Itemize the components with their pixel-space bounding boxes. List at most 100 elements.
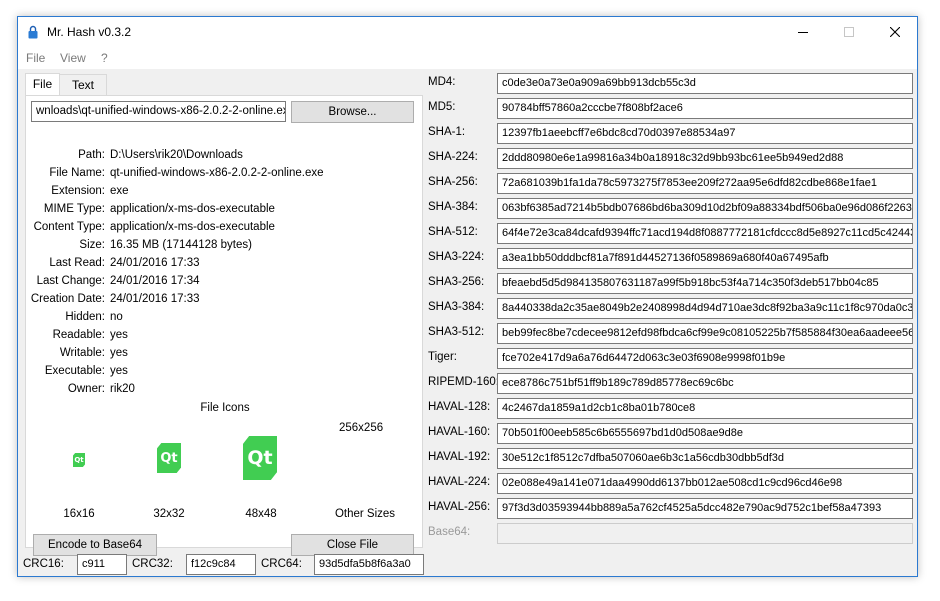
menu-view[interactable]: View [60,51,86,65]
info-label-file-name: File Name: [49,167,105,179]
hash-field-sha3-512[interactable]: beb99fec8be7cdecee9812efd98fbdca6cf99e9c… [497,323,913,344]
crc32-field[interactable]: f12c9c84 [186,554,256,575]
info-label-content-type: Content Type: [33,221,105,233]
info-value-mime-type: application/x-ms-dos-executable [110,203,275,215]
main-window: Mr. Hash v0.3.2 File View ? File Text wn… [17,16,918,577]
info-value-hidden: no [110,311,123,323]
hash-field-tiger[interactable]: fce702e417d9a6a76d64472d063c3e03f6908e99… [497,348,913,369]
info-value-owner: rik20 [110,383,135,395]
menu-file[interactable]: File [26,51,45,65]
icon-size-label-32: 32x32 [153,508,185,520]
info-label-creation-date: Creation Date: [30,293,105,305]
crc16-label: CRC16: [23,558,64,570]
hash-label-sha384: SHA-384: [428,201,478,213]
crc64-label: CRC64: [261,558,302,570]
info-label-last-change: Last Change: [36,275,105,287]
crc16-field[interactable]: c911 [77,554,127,575]
file-icon-32: Qt [157,443,181,473]
info-value-executable: yes [110,365,128,377]
minimize-icon [798,32,808,33]
info-label-executable: Executable: [44,365,105,377]
info-value-file-name: qt-unified-windows-x86-2.0.2-2-online.ex… [110,167,324,179]
file-info-list: Path: D:\Users\rik20\Downloads File Name:… [26,131,424,395]
file-panel: wnloads\qt-unified-windows-x86-2.0.2-2-o… [25,95,424,556]
tab-text[interactable]: Text [59,74,107,95]
hash-field-sha3-384[interactable]: 8a440338da2c35ae8049b2e2408998d4d94d710a… [497,298,913,319]
info-label-path: Path: [78,149,105,161]
hash-field-haval160[interactable]: 70b501f00eeb585c6b6555697bd1d0d508ae9d8e [497,423,913,444]
close-button[interactable] [872,17,918,47]
info-value-content-type: application/x-ms-dos-executable [110,221,275,233]
file-icon-48: Qt [243,436,277,480]
info-value-creation-date: 24/01/2016 17:33 [110,293,200,305]
hash-field-sha224[interactable]: 2ddd80980e6e1a99816a34b0a18918c32d9bb93b… [497,148,913,169]
file-icon-16: Qt [73,453,85,467]
crc32-label: CRC32: [132,558,173,570]
hash-label-sha512: SHA-512: [428,226,478,238]
menu-help[interactable]: ? [101,51,108,65]
hash-label-haval256: HAVAL-256: [428,501,491,513]
hash-field-sha384[interactable]: 063bf6385ad7214b5bdb07686bd6ba309d10d2bf… [497,198,913,219]
file-path-input[interactable]: wnloads\qt-unified-windows-x86-2.0.2-2-o… [31,101,286,122]
hash-label-haval224: HAVAL-224: [428,476,491,488]
info-label-last-read: Last Read: [49,257,105,269]
hash-field-haval224[interactable]: 02e088e49a141e071daa4990dd6137bb012ae508… [497,473,913,494]
info-value-writable: yes [110,347,128,359]
hash-field-haval256[interactable]: 97f3d3d03593944bb889a5a762cf4525a5dcc482… [497,498,913,519]
close-icon [890,27,900,37]
menu-bar: File View ? [18,47,917,69]
info-value-last-change: 24/01/2016 17:34 [110,275,200,287]
hash-field-sha3-224[interactable]: a3ea1bb50dddbcf81a7f891d44527136f0589869… [497,248,913,269]
browse-button[interactable]: Browse... [291,101,414,123]
info-value-readable: yes [110,329,128,341]
hash-label-md4: MD4: [428,76,456,88]
hash-label-haval192: HAVAL-192: [428,451,491,463]
info-label-hidden: Hidden: [65,311,105,323]
minimize-button[interactable] [780,17,826,47]
hash-field-ripemd160[interactable]: ece8786c751bf51ff9b189c789d85778ec69c6bc [497,373,913,394]
icon-size-label-16: 16x16 [63,508,95,520]
hash-field-base64 [497,523,913,544]
icon-size-label-48: 48x48 [245,508,277,520]
other-size-label: 256x256 [339,422,384,434]
hash-field-sha512[interactable]: 64f4e72e3ca84dcafd9394ffc71acd194d8f0887… [497,223,913,244]
hash-label-sha3-512: SHA3-512: [428,326,485,338]
tab-file[interactable]: File [25,73,60,96]
encode-base64-button[interactable]: Encode to Base64 [33,534,157,556]
window-title: Mr. Hash v0.3.2 [47,25,132,39]
hash-label-sha256: SHA-256: [428,176,478,188]
hash-field-sha256[interactable]: 72a681039b1fa1da78c5973275f7853ee209f272… [497,173,913,194]
info-value-last-read: 24/01/2016 17:33 [110,257,200,269]
crc64-field[interactable]: 93d5dfa5b8f6a3a0 [314,554,424,575]
info-value-size: 16.35 MB (17144128 bytes) [110,239,252,251]
info-label-mime-type: MIME Type: [43,203,105,215]
hash-field-sha1[interactable]: 12397fb1aeebcff7e6bdc8cd70d0397e88534a97 [497,123,913,144]
info-label-writable: Writable: [59,347,105,359]
info-value-path: D:\Users\rik20\Downloads [110,149,243,161]
hash-field-sha3-256[interactable]: bfeaebd5d5d984135807631187a99f5b918bc53f… [497,273,913,294]
hash-label-sha224: SHA-224: [428,151,478,163]
maximize-button[interactable] [826,17,872,47]
maximize-icon [844,27,854,37]
info-label-size: Size: [79,239,105,251]
info-value-extension: exe [110,185,129,197]
close-file-button[interactable]: Close File [291,534,414,556]
hash-field-md5[interactable]: 90784bff57860a2cccbe7f808bf2ace6 [497,98,913,119]
hash-label-sha1: SHA-1: [428,126,466,138]
hash-label-sha3-384: SHA3-384: [428,301,485,313]
hash-field-md4[interactable]: c0de3e0a73e0a909a69bb913dcb55c3d [497,73,913,94]
hash-label-haval160: HAVAL-160: [428,426,491,438]
hash-field-haval128[interactable]: 4c2467da1859a1d2cb1c8ba01b780ce8 [497,398,913,419]
hash-label-ripemd160: RIPEMD-160: [428,376,499,388]
hash-label-sha3-256: SHA3-256: [428,276,485,288]
file-icons-title: File Icons [200,402,250,414]
hash-label-tiger: Tiger: [428,351,457,363]
title-bar[interactable]: Mr. Hash v0.3.2 [18,17,917,47]
info-label-owner: Owner: [67,383,105,395]
lock-icon [28,25,38,39]
info-label-readable: Readable: [52,329,105,341]
hash-label-haval128: HAVAL-128: [428,401,491,413]
hash-label-md5: MD5: [428,101,456,113]
hash-label-base64: Base64: [428,526,471,538]
hash-field-haval192[interactable]: 30e512c1f8512c7dfba507060ae6b3c1a56cdb30… [497,448,913,469]
